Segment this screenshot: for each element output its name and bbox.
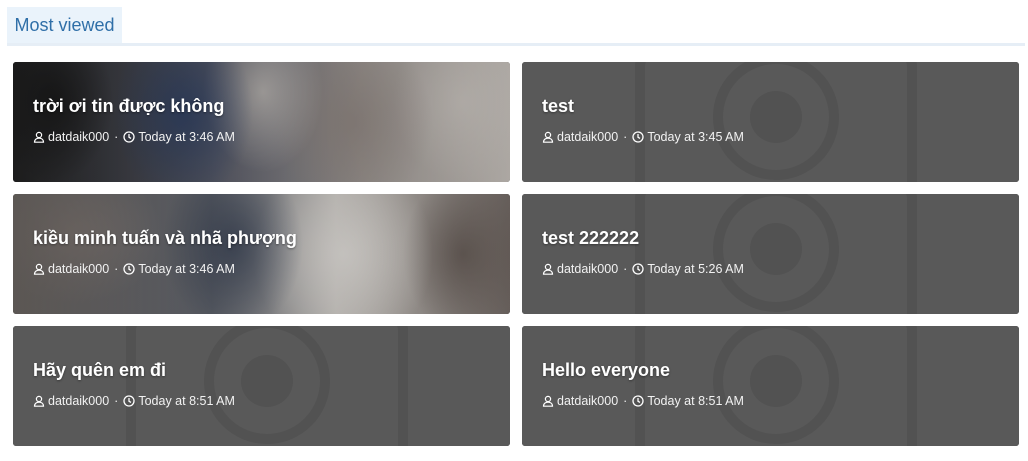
meta-separator: · <box>114 394 119 408</box>
media-card[interactable]: trời ơi tin được không datdaik000 · Toda… <box>13 62 510 182</box>
meta-separator: · <box>114 130 119 144</box>
card-title[interactable]: test <box>542 96 574 117</box>
overlay <box>13 62 510 182</box>
author-name[interactable]: datdaik000 <box>557 130 618 144</box>
clock-icon <box>632 263 644 275</box>
overlay <box>13 194 510 314</box>
camera-icon <box>522 326 1019 446</box>
clock-icon <box>632 395 644 407</box>
clock-icon <box>123 395 135 407</box>
card-meta: datdaik000 · Today at 8:51 AM <box>542 394 744 408</box>
card-meta: datdaik000 · Today at 5:26 AM <box>542 262 744 276</box>
tab-bar: Most viewed <box>7 7 1025 46</box>
author-name[interactable]: datdaik000 <box>48 130 109 144</box>
author-name[interactable]: datdaik000 <box>557 262 618 276</box>
user-icon <box>542 395 554 407</box>
card-title[interactable]: kiều minh tuấn và nhã phượng <box>33 228 297 249</box>
tab-most-viewed[interactable]: Most viewed <box>7 7 122 43</box>
media-card[interactable]: Hello everyone datdaik000 · Today at 8:5… <box>522 326 1019 446</box>
user-icon <box>33 395 45 407</box>
author-name[interactable]: datdaik000 <box>48 262 109 276</box>
media-card[interactable]: kiều minh tuấn và nhã phượng datdaik000 … <box>13 194 510 314</box>
media-card[interactable]: test 222222 datdaik000 · Today at 5:26 A… <box>522 194 1019 314</box>
card-meta: datdaik000 · Today at 3:46 AM <box>33 262 235 276</box>
author-name[interactable]: datdaik000 <box>557 394 618 408</box>
user-icon <box>33 131 45 143</box>
card-meta: datdaik000 · Today at 3:45 AM <box>542 130 744 144</box>
card-title[interactable]: trời ơi tin được không <box>33 96 224 117</box>
timestamp: Today at 8:51 AM <box>138 394 235 408</box>
timestamp: Today at 3:46 AM <box>138 130 235 144</box>
card-meta: datdaik000 · Today at 8:51 AM <box>33 394 235 408</box>
meta-separator: · <box>114 262 119 276</box>
clock-icon <box>123 263 135 275</box>
media-card[interactable]: test datdaik000 · Today at 3:45 AM <box>522 62 1019 182</box>
card-title[interactable]: Hello everyone <box>542 360 670 381</box>
camera-icon <box>522 194 1019 314</box>
card-meta: datdaik000 · Today at 3:46 AM <box>33 130 235 144</box>
meta-separator: · <box>623 394 628 408</box>
clock-icon <box>123 131 135 143</box>
timestamp: Today at 5:26 AM <box>647 262 744 276</box>
card-title[interactable]: Hãy quên em đi <box>33 360 166 381</box>
meta-separator: · <box>623 262 628 276</box>
timestamp: Today at 3:45 AM <box>647 130 744 144</box>
timestamp: Today at 8:51 AM <box>647 394 744 408</box>
user-icon <box>542 263 554 275</box>
user-icon <box>33 263 45 275</box>
camera-icon <box>522 62 1019 182</box>
camera-icon <box>13 326 510 446</box>
clock-icon <box>632 131 644 143</box>
author-name[interactable]: datdaik000 <box>48 394 109 408</box>
user-icon <box>542 131 554 143</box>
timestamp: Today at 3:46 AM <box>138 262 235 276</box>
media-card[interactable]: Hãy quên em đi datdaik000 · Today at 8:5… <box>13 326 510 446</box>
card-title[interactable]: test 222222 <box>542 228 639 249</box>
meta-separator: · <box>623 130 628 144</box>
